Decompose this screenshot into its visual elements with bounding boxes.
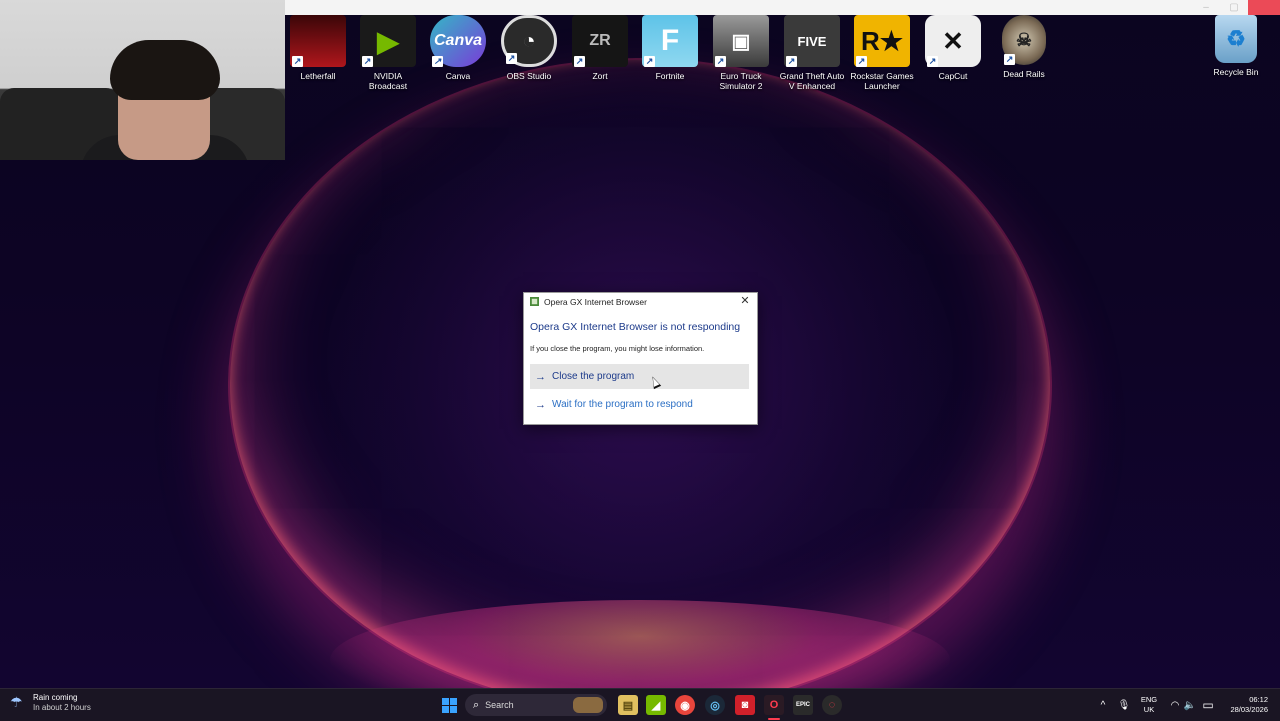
volume-icon[interactable]: 🔈 — [1180, 695, 1200, 715]
capcut-icon: ✕ ↗ — [925, 15, 981, 67]
desktop-icon-rockstar[interactable]: R★ ↗ Rockstar Games Launcher — [849, 15, 915, 91]
weather-title: Rain coming — [33, 693, 78, 702]
steam-icon[interactable]: ◎ — [705, 695, 725, 715]
opera-gx-icon[interactable]: O — [764, 695, 784, 715]
close-program-label: Close the program — [552, 371, 635, 382]
desktop-icon-label: Grand Theft Auto V Enhanced — [779, 71, 845, 91]
file-explorer-icon[interactable]: ▤ — [618, 695, 638, 715]
desktop-icon-label: Dead Rails — [1003, 69, 1045, 79]
desktop-icon-fortnite[interactable]: F ↗ Fortnite — [637, 15, 703, 81]
battery-icon[interactable]: ▭ — [1198, 695, 1218, 715]
desktop-icon-canva[interactable]: Canva ↗ Canva — [425, 15, 491, 81]
desktop-icon-recycle-bin[interactable]: ♻ Recycle Bin — [1203, 15, 1269, 77]
arrow-right-icon: → — [535, 370, 546, 383]
search-label: Search — [485, 700, 514, 710]
webcam-person-hair — [110, 40, 220, 100]
letherfall-icon: ↗ — [290, 15, 346, 67]
shortcut-arrow-icon: ↗ — [432, 56, 443, 67]
dialog-heading: Opera GX Internet Browser is not respond… — [530, 321, 741, 333]
dead-rails-icon: ☠ ↗ — [1002, 15, 1046, 65]
fortnite-icon: F ↗ — [642, 15, 698, 67]
euro-truck-icon: ▣ ↗ — [713, 15, 769, 67]
desktop-icon-label: Euro Truck Simulator 2 — [719, 71, 763, 91]
recycle-bin-icon: ♻ — [1215, 15, 1257, 63]
desktop-icon-label: Rockstar Games Launcher — [850, 71, 914, 91]
not-responding-dialog: Opera GX Internet Browser ✕ Opera GX Int… — [523, 292, 758, 425]
gta-v-icon: FIVE ↗ — [784, 15, 840, 67]
shortcut-arrow-icon: ↗ — [362, 56, 373, 67]
language-indicator[interactable]: ENG UK — [1138, 695, 1160, 715]
search-icon: ⌕ — [473, 698, 480, 711]
desktop-icon-label: Recycle Bin — [1213, 67, 1259, 77]
shortcut-arrow-icon: ↗ — [927, 56, 938, 67]
clock-date: 28/03/2026 — [1230, 705, 1268, 714]
desktop-icon-gta-v[interactable]: FIVE ↗ Grand Theft Auto V Enhanced — [779, 15, 845, 91]
system-clock[interactable]: 06:12 28/03/2026 — [1220, 695, 1268, 715]
desktop-icon-capcut[interactable]: ✕ ↗ CapCut — [920, 15, 986, 81]
desktop-icon-letherfall[interactable]: ↗ Letherfall — [285, 15, 351, 81]
webcam-overlay — [0, 0, 285, 160]
desktop-icon-obs-studio[interactable]: ◔ ↗ OBS Studio — [496, 15, 562, 81]
dialog-title: Opera GX Internet Browser — [544, 297, 647, 307]
shortcut-arrow-icon: ↗ — [786, 56, 797, 67]
rockstar-icon: R★ ↗ — [854, 15, 910, 67]
epic-games-icon[interactable]: EPIC — [793, 695, 813, 715]
desktop-icon-zort[interactable]: ZR ↗ Zort — [567, 15, 633, 81]
desktop-icon-label: NVIDIA Broadcast — [368, 71, 408, 91]
nvidia-broadcast-icon: ▶ ↗ — [360, 15, 416, 67]
chrome-icon[interactable]: ◉ — [675, 695, 695, 715]
desktop-icon-label: CapCut — [938, 71, 968, 81]
desktop-icon-label: Fortnite — [655, 71, 685, 81]
shortcut-arrow-icon: ↗ — [856, 56, 867, 67]
start-button[interactable] — [439, 695, 459, 715]
recorder-icon[interactable]: ◙ — [735, 695, 755, 715]
minimize-icon[interactable]: – — [1192, 0, 1220, 15]
shortcut-arrow-icon: ↗ — [1004, 54, 1015, 65]
obs-icon: ◔ ↗ — [501, 15, 557, 67]
taskbar: ☂ Rain coming In about 2 hours ⌕ Search … — [0, 688, 1280, 721]
shortcut-arrow-icon: ↗ — [292, 56, 303, 67]
desktop-icon-label: Canva — [445, 71, 471, 81]
app-window-icon — [530, 297, 539, 306]
desktop-icon-label: Zort — [592, 71, 608, 81]
taskbar-search[interactable]: ⌕ Search — [465, 694, 607, 716]
shortcut-arrow-icon: ↗ — [506, 53, 517, 64]
desktop-icon-euro-truck[interactable]: ▣ ↗ Euro Truck Simulator 2 — [708, 15, 774, 91]
rain-umbrella-icon: ☂ — [10, 694, 23, 710]
dialog-titlebar: Opera GX Internet Browser ✕ — [524, 293, 757, 311]
windows-logo-icon — [441, 697, 457, 713]
opera-icon[interactable]: ◌ — [822, 695, 842, 715]
search-highlight-image — [573, 697, 603, 713]
desktop-icon-label: OBS Studio — [506, 71, 552, 81]
close-program-button[interactable]: → Close the program — [530, 364, 749, 389]
region-label: UK — [1143, 705, 1155, 714]
wait-program-label: Wait for the program to respond — [552, 399, 693, 410]
weather-widget[interactable]: ☂ Rain coming In about 2 hours — [10, 693, 91, 713]
close-icon[interactable]: ✕ — [739, 295, 751, 308]
nvidia-app-icon[interactable]: ◢ — [646, 695, 666, 715]
shortcut-arrow-icon: ↗ — [574, 56, 585, 67]
weather-text: Rain coming In about 2 hours — [33, 693, 91, 713]
chevron-up-icon[interactable]: ^ — [1093, 695, 1113, 715]
shortcut-arrow-icon: ↗ — [715, 56, 726, 67]
arrow-right-icon: → — [535, 398, 546, 411]
zort-icon: ZR ↗ — [572, 15, 628, 67]
dialog-message: If you close the program, you might lose… — [530, 344, 705, 353]
microphone-icon[interactable]: 🎙 — [1114, 695, 1134, 715]
window-close-button[interactable] — [1248, 0, 1280, 15]
shortcut-arrow-icon: ↗ — [644, 56, 655, 67]
clock-time: 06:12 — [1249, 695, 1268, 704]
wait-program-button[interactable]: → Wait for the program to respond — [530, 392, 749, 417]
desktop-icon-nvidia-broadcast[interactable]: ▶ ↗ NVIDIA Broadcast — [355, 15, 421, 91]
maximize-icon[interactable]: ▢ — [1220, 0, 1248, 15]
canva-icon: Canva ↗ — [430, 15, 486, 67]
desktop-icon-label: Letherfall — [300, 71, 336, 81]
desktop-icon-dead-rails[interactable]: ☠ ↗ Dead Rails — [991, 15, 1057, 79]
weather-subtitle: In about 2 hours — [33, 703, 91, 712]
language-label: ENG — [1140, 695, 1158, 704]
background-window-titlebar: – ▢ — [285, 0, 1280, 15]
